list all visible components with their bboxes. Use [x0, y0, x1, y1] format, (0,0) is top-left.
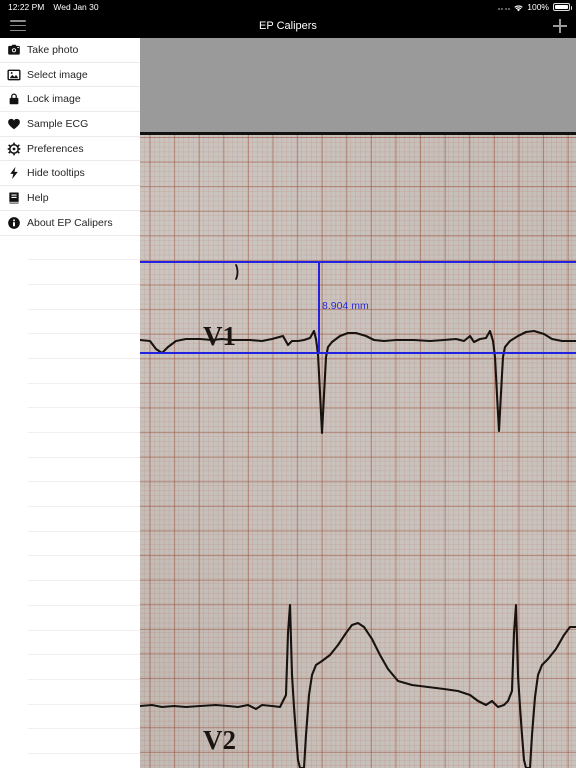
- menu-item-sample-ecg[interactable]: Sample ECG: [0, 112, 140, 137]
- drawer-empty-row: [28, 729, 140, 754]
- drawer-empty-row: [28, 655, 140, 680]
- drawer-empty-row: [28, 310, 140, 335]
- menu-item-label: Select image: [27, 68, 88, 81]
- drawer-empty-row: [28, 754, 140, 768]
- app-bar: EP Calipers: [0, 14, 576, 38]
- drawer-empty-row: [28, 532, 140, 557]
- menu-item-label: About EP Calipers: [27, 216, 113, 229]
- drawer-empty-row: [28, 581, 140, 606]
- drawer-empty-row: [28, 384, 140, 409]
- info-circle-icon: [0, 216, 27, 230]
- drawer-empty-row: [28, 507, 140, 532]
- menu-item-take-photo[interactable]: Take photo: [0, 38, 140, 63]
- status-time: 12:22 PM: [8, 2, 45, 12]
- photo-image-icon: [0, 68, 27, 82]
- menu-item-label: Take photo: [27, 43, 79, 56]
- battery-full-icon: [553, 3, 572, 11]
- ep-calipers-app: 12:22 PM Wed Jan 30 100% EP Calipers V1 …: [0, 0, 576, 768]
- caliper-measurement-label: 8.904 mm: [322, 300, 369, 312]
- navigation-drawer[interactable]: Take photo Select image Lock image Sampl…: [0, 38, 140, 768]
- battery-percent-label: 100%: [527, 2, 549, 12]
- lead-label-v1: V1: [203, 321, 236, 351]
- status-bar-left: 12:22 PM Wed Jan 30: [8, 0, 99, 14]
- menu-item-label: Sample ECG: [27, 117, 89, 130]
- drawer-empty-row: [28, 408, 140, 433]
- drawer-empty-row: [28, 285, 140, 310]
- signal-dots-icon: [497, 0, 511, 14]
- menu-item-preferences[interactable]: Preferences: [0, 137, 140, 162]
- menu-item-help[interactable]: Help: [0, 186, 140, 211]
- menu-item-select-image[interactable]: Select image: [0, 63, 140, 88]
- caliper-crossbar[interactable]: [318, 261, 320, 354]
- wifi-icon: [514, 4, 523, 13]
- camera-icon: [0, 43, 27, 57]
- menu-item-about-ep-calipers[interactable]: About EP Calipers: [0, 211, 140, 236]
- drawer-empty-row: [28, 631, 140, 656]
- drawer-empty-row: [28, 482, 140, 508]
- drawer-empty-row: [28, 680, 140, 705]
- lock-icon: [0, 92, 27, 106]
- lightning-bolt-icon: [0, 166, 27, 180]
- menu-item-label: Hide tooltips: [27, 167, 85, 180]
- status-bar-right: 100%: [497, 0, 572, 14]
- drawer-empty-rows: [0, 236, 140, 768]
- drawer-empty-row: [28, 705, 140, 730]
- menu-item-lock-image[interactable]: Lock image: [0, 87, 140, 113]
- drawer-empty-row: [28, 236, 140, 261]
- drawer-empty-row: [28, 334, 140, 359]
- heart-icon: [0, 117, 27, 131]
- drawer-empty-row: [28, 433, 140, 458]
- menu-item-label: Lock image: [27, 93, 81, 106]
- book-icon: [0, 191, 27, 205]
- drawer-empty-row: [28, 260, 140, 285]
- lead-label-v2: V2: [203, 725, 236, 755]
- menu-item-label: Preferences: [27, 142, 84, 155]
- drawer-empty-row: [28, 359, 140, 384]
- drawer-empty-row: [28, 458, 140, 483]
- gear-icon: [0, 142, 27, 156]
- plus-icon[interactable]: [552, 18, 568, 34]
- page-title: EP Calipers: [259, 20, 317, 32]
- drawer-empty-row: [28, 606, 140, 631]
- status-date: Wed Jan 30: [53, 2, 99, 12]
- status-bar: 12:22 PM Wed Jan 30 100%: [0, 0, 576, 14]
- menu-item-label: Help: [27, 191, 49, 204]
- drawer-empty-row: [28, 556, 140, 582]
- menu-item-hide-tooltips[interactable]: Hide tooltips: [0, 161, 140, 187]
